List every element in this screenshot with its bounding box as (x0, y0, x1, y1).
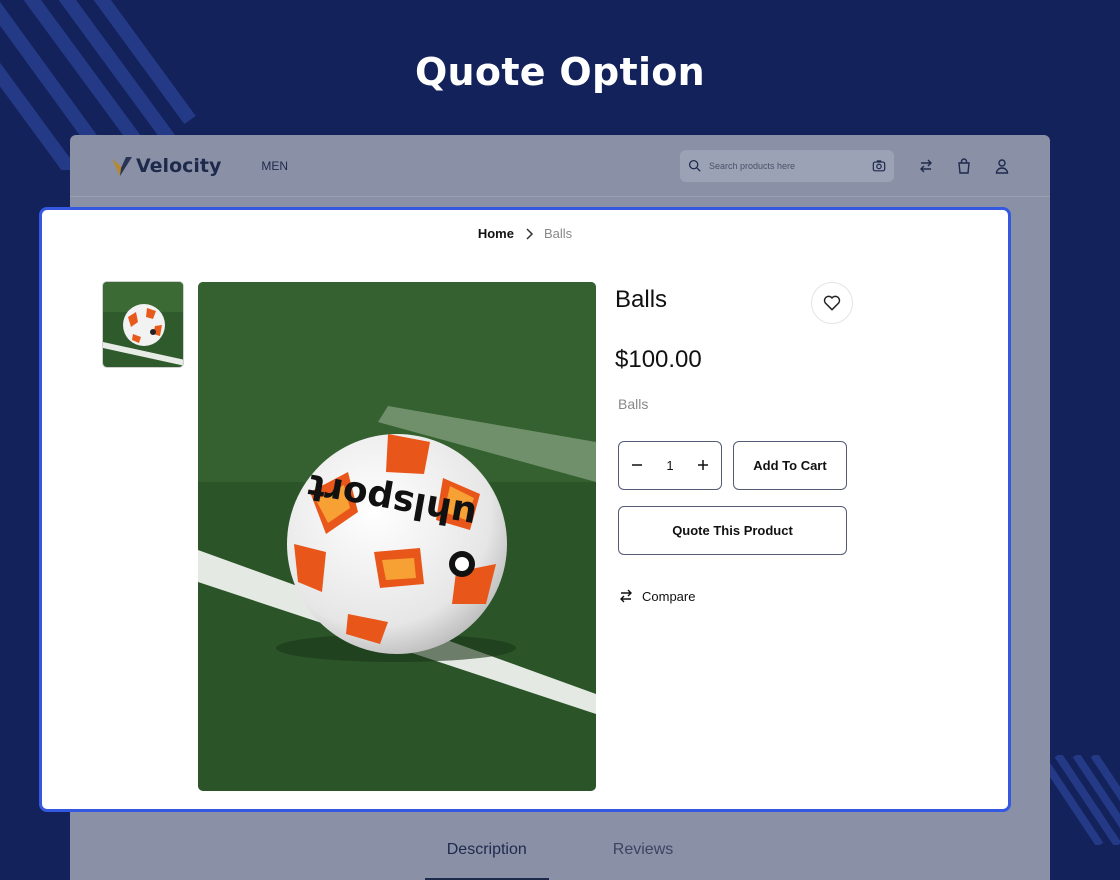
minus-icon[interactable] (631, 458, 643, 474)
breadcrumb: Home Balls (42, 226, 1008, 241)
bag-icon[interactable] (956, 157, 972, 174)
compare-link[interactable]: Compare (618, 588, 695, 604)
tab-description[interactable]: Description (424, 841, 549, 880)
product-main-image: uhlsport (198, 282, 596, 791)
chevron-right-icon (526, 227, 534, 240)
site-header: Velocity MEN Search products here (70, 135, 1050, 197)
logo-text: Velocity (136, 154, 222, 177)
user-icon[interactable] (994, 158, 1010, 174)
compare-icon (620, 589, 632, 603)
quantity-stepper: 1 (618, 441, 722, 490)
compare-label: Compare (642, 588, 696, 604)
quote-this-product-button[interactable]: Quote This Product (618, 506, 847, 555)
search-input[interactable]: Search products here (680, 149, 894, 182)
compare-icon[interactable] (918, 158, 934, 174)
product-title: Balls (615, 286, 668, 313)
product-category: Balls (618, 396, 649, 412)
search-icon (688, 159, 701, 172)
camera-icon[interactable] (872, 159, 886, 173)
logo[interactable]: Velocity (110, 154, 221, 178)
breadcrumb-current: Balls (543, 226, 573, 241)
product-detail-card: Home Balls uhlsport Balls $100.00 Balls … (39, 207, 1011, 812)
soccer-ball-thumbnail-image (103, 282, 183, 367)
decorative-stripes (1040, 755, 1120, 845)
product-tabs: Description Reviews (70, 823, 1050, 880)
soccer-ball-image: uhlsport (198, 282, 596, 791)
quantity-value[interactable]: 1 (666, 458, 673, 473)
breadcrumb-home[interactable]: Home (478, 226, 514, 241)
heart-icon (823, 295, 841, 311)
wishlist-button[interactable] (811, 282, 853, 324)
page-title: Quote Option (414, 50, 706, 94)
product-thumbnail[interactable] (102, 281, 184, 368)
nav-item-men[interactable]: MEN (261, 159, 288, 173)
product-price: $100.00 (615, 346, 702, 373)
add-to-cart-button[interactable]: Add To Cart (733, 441, 847, 490)
search-placeholder: Search products here (709, 160, 796, 171)
plus-icon[interactable] (697, 458, 709, 474)
tab-reviews[interactable]: Reviews (591, 841, 695, 880)
logo-icon (112, 156, 132, 176)
